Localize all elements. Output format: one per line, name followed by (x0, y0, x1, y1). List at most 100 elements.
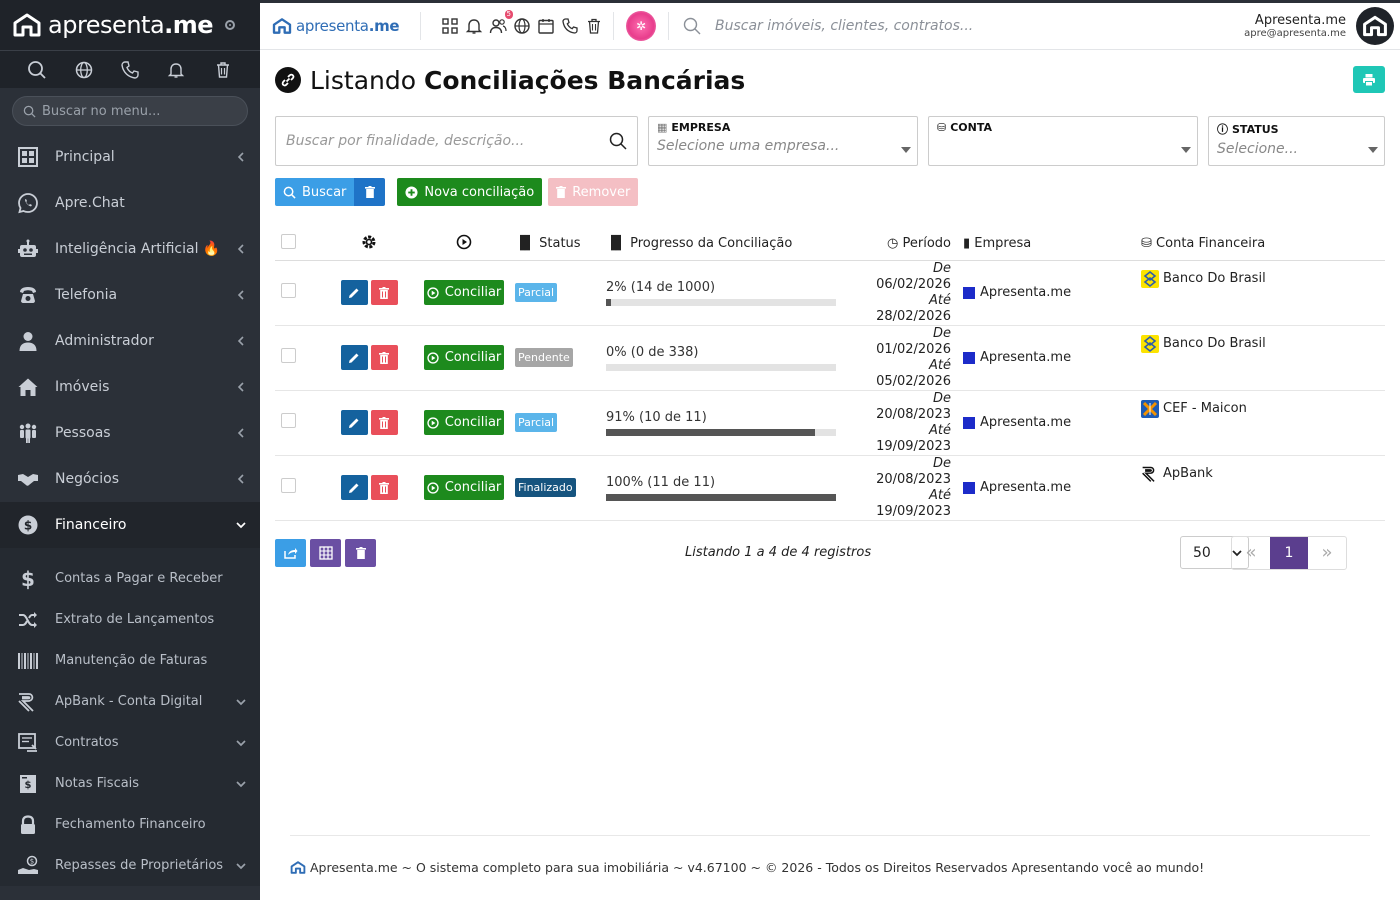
edit-button[interactable] (340, 410, 368, 435)
periodo-header[interactable]: ◷ Período (856, 228, 963, 261)
sidebar-item-pessoas[interactable]: Pessoas (0, 410, 260, 456)
row-actions-cell (325, 325, 413, 391)
sidebar-item-imoveis[interactable]: Imóveis (0, 364, 260, 410)
periodo-de: 20/08/2023 (876, 406, 951, 422)
row-select-cell (275, 455, 325, 521)
sidebar-item-negocios[interactable]: Negócios (0, 456, 260, 502)
sidebar-search[interactable]: Buscar no menu... (0, 88, 260, 134)
row-checkbox[interactable] (281, 348, 296, 363)
row-actions-cell (325, 260, 413, 326)
topbar-search[interactable]: Buscar imóveis, clientes, contratos... (669, 1, 1244, 51)
sidebar-item-financeiro[interactable]: $ Financeiro (0, 502, 260, 548)
sidebar-item-principal[interactable]: Principal (0, 134, 260, 180)
table-row[interactable]: Conciliar Parcial 91% (10 de 11) De 20/0… (275, 390, 1385, 456)
sidebar-subitem-contratos[interactable]: Contratos (0, 722, 260, 763)
delete-button[interactable] (370, 410, 398, 435)
export-button[interactable] (275, 538, 306, 567)
clock-icon: ◷ (887, 236, 899, 252)
delete-button[interactable] (370, 280, 398, 305)
table-body: Conciliar Parcial 2% (14 de 1000) De 06/… (275, 260, 1385, 521)
sidebar-search-input[interactable]: Buscar no menu... (12, 96, 248, 126)
sidebar-subitem-manutencao-de-faturas[interactable]: Manutenção de Faturas (0, 640, 260, 681)
row-periodo-cell: De 20/08/2023 Até 19/09/2023 (856, 390, 963, 456)
phone-icon[interactable] (561, 17, 579, 35)
apps-grid-icon[interactable] (441, 17, 459, 35)
sidebar-subitem-extrato-de-lancamentos[interactable]: Extrato de Lançamentos (0, 599, 260, 640)
topbar-brand[interactable]: apresenta.me (260, 17, 420, 35)
print-button[interactable] (1353, 66, 1385, 93)
globe-icon[interactable] (74, 60, 94, 80)
sidebar-item-label: Apre.Chat (55, 195, 125, 211)
bell-icon[interactable] (465, 17, 483, 35)
phone-icon[interactable] (120, 60, 140, 80)
edit-button[interactable] (340, 280, 368, 305)
conciliar-button[interactable]: Conciliar (424, 345, 504, 370)
empresa-header[interactable]: ▮ Empresa (963, 228, 1141, 261)
edit-button[interactable] (340, 475, 368, 500)
page-title: Listando Conciliações Bancárias (310, 65, 746, 95)
sidebar-collapse-icon[interactable] (225, 20, 236, 30)
nova-conciliacao-button[interactable]: Nova conciliação (397, 178, 543, 206)
sidebar-item-administrador[interactable]: Administrador (0, 318, 260, 364)
conta-header[interactable]: ⛁ Conta Financeira (1141, 228, 1385, 261)
buscar-button[interactable]: Buscar (275, 178, 355, 206)
conta-select[interactable]: ⛁ CONTA (928, 116, 1198, 166)
filter-search-input[interactable]: Buscar por finalidade, descrição... (275, 116, 638, 166)
sidebar-item-apre-chat[interactable]: Apre.Chat (0, 180, 260, 226)
empresa-select[interactable]: ▦ EMPRESA Selecione uma empresa... (648, 116, 918, 166)
sidebar-subitem-label: Repasses de Proprietários (55, 858, 224, 873)
sidebar-subitem-apbank-conta-digital[interactable]: ApBank - Conta Digital (0, 681, 260, 722)
conciliar-button[interactable]: Conciliar (424, 410, 504, 435)
select-all-checkbox[interactable] (281, 234, 296, 250)
next-page-button[interactable]: » (1308, 537, 1346, 569)
table-footer: Listando 1 a 4 de 4 registros 50 « 1 » (275, 535, 1385, 570)
table-row[interactable]: Conciliar Pendente 0% (0 de 338) De 01/0… (275, 325, 1385, 391)
edit-button[interactable] (340, 345, 368, 370)
company-color-swatch (963, 416, 975, 429)
assistant-avatar-icon[interactable]: ✲ (626, 11, 656, 41)
page-button-current[interactable]: 1 (1270, 536, 1308, 569)
sidebar-subitem-repasses-de-proprietarios[interactable]: $ Repasses de Proprietários (0, 845, 260, 886)
globe-icon[interactable] (513, 17, 531, 35)
delete-button[interactable] (370, 345, 398, 370)
bulk-delete-button[interactable] (345, 538, 376, 567)
sidebar-brand[interactable]: apresenta.me (0, 0, 260, 50)
user-avatar[interactable] (1356, 7, 1394, 45)
company-color-swatch (963, 481, 975, 494)
sidebar-subitem-fechamento-financeiro[interactable]: Fechamento Financeiro (0, 804, 260, 845)
user-info[interactable]: Apresenta.me apre@apresenta.me (1244, 13, 1356, 39)
status-select[interactable]: ⓘ STATUS Selecione... (1208, 116, 1385, 166)
columns-button[interactable] (310, 538, 341, 567)
ate-label: Até (929, 357, 951, 373)
search-icon[interactable] (27, 60, 47, 80)
status-header[interactable]: ▐▌ Status (515, 228, 606, 261)
table-row[interactable]: Conciliar Parcial 2% (14 de 1000) De 06/… (275, 260, 1385, 326)
sidebar-item-inteligencia-artificial[interactable]: Inteligência Artificial 🔥 (0, 226, 260, 272)
sidebar-item-telefonia[interactable]: Telefonia (0, 272, 260, 318)
progresso-header[interactable]: ▐▌ Progresso da Conciliação (606, 228, 856, 261)
row-checkbox[interactable] (281, 478, 296, 493)
de-label: De (932, 390, 951, 406)
status-badge: Finalizado (515, 478, 576, 497)
clear-filters-button[interactable] (354, 178, 386, 206)
calendar-icon[interactable] (537, 17, 555, 35)
trash-icon[interactable] (585, 17, 603, 35)
conciliar-button[interactable]: Conciliar (424, 280, 504, 305)
conciliar-button[interactable]: Conciliar (424, 475, 504, 500)
row-actions-cell (325, 390, 413, 456)
remover-button[interactable]: Remover (548, 178, 639, 206)
bb-icon (1141, 334, 1159, 353)
handshake-icon (16, 467, 40, 491)
sidebar-subitem-notas-fiscais[interactable]: $ Notas Fiscais (0, 763, 260, 804)
sidebar-subitem-contas-a-pagar-e-receber[interactable]: $ Contas a Pagar e Receber (0, 558, 260, 599)
bell-icon[interactable] (166, 60, 186, 80)
prev-page-button[interactable]: « (1232, 537, 1270, 569)
empresa-name: Apresenta.me (980, 350, 1072, 365)
users-icon[interactable]: 5 (489, 10, 513, 35)
delete-button[interactable] (370, 475, 398, 500)
table-row[interactable]: Conciliar Finalizado 100% (11 de 11) De … (275, 455, 1385, 521)
trash-icon[interactable] (213, 60, 233, 80)
row-checkbox[interactable] (281, 413, 296, 428)
row-periodo-cell: De 01/02/2026 Até 05/02/2026 (856, 325, 963, 391)
row-checkbox[interactable] (281, 283, 296, 298)
